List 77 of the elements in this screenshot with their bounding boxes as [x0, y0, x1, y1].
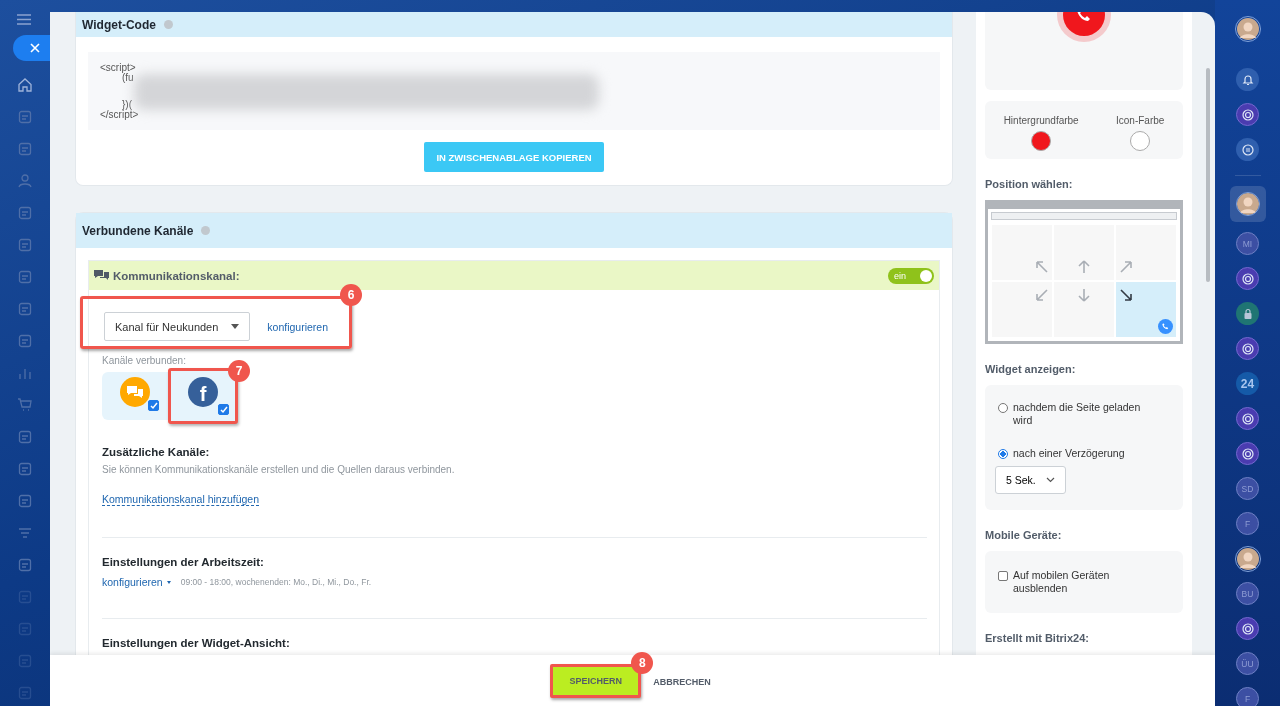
avatar[interactable]: [1234, 16, 1261, 42]
position-cell[interactable]: [1116, 282, 1176, 337]
configure-link[interactable]: konfigurieren: [102, 576, 171, 588]
position-cell[interactable]: [1054, 225, 1114, 280]
position-cell[interactable]: [1116, 225, 1176, 280]
connected-label: Kanäle verbunden:: [102, 355, 187, 366]
avatar[interactable]: [1229, 186, 1266, 222]
section-title: Mobile Geräte:: [985, 529, 1063, 541]
checkbox[interactable]: [998, 571, 1008, 581]
cart-icon[interactable]: [17, 397, 33, 413]
section-title: Verbundene Kanäle: [82, 223, 194, 238]
position-cell[interactable]: [1054, 282, 1114, 337]
code-line: </script>: [100, 109, 139, 119]
filter-icon[interactable]: [17, 525, 33, 541]
position-cell[interactable]: [992, 282, 1052, 337]
subsection-title: Einstellungen der Widget-Ansicht:: [102, 637, 291, 649]
close-button[interactable]: [13, 35, 53, 61]
radio-button[interactable]: [998, 403, 1008, 413]
callout-badge: 6: [340, 284, 362, 306]
help-icon[interactable]: [163, 20, 173, 29]
section-title: Position wählen:: [985, 178, 1074, 190]
ring-icon[interactable]: [1236, 617, 1259, 640]
checkbox[interactable]: [148, 400, 159, 411]
color-label: Hintergrundfarbe: [1003, 115, 1079, 126]
home-icon[interactable]: [17, 77, 33, 93]
add-channel-link[interactable]: Kommunikationskanal hinzufügen: [102, 493, 259, 506]
help-icon[interactable]: [201, 226, 211, 235]
checkbox[interactable]: [218, 404, 229, 415]
arrow-icon: [1033, 286, 1051, 304]
file-icon[interactable]: [17, 205, 33, 221]
radio-option[interactable]: nach einer Verzögerung: [995, 447, 1155, 460]
color-label: Icon-Farbe: [1116, 115, 1165, 126]
people-icon[interactable]: [17, 173, 33, 189]
app-badge[interactable]: 24: [1236, 372, 1259, 395]
description: Sie können Kommunikationskanäle erstellen und die Quellen daraus verbinden.: [102, 464, 456, 475]
ring-icon[interactable]: [1236, 337, 1259, 360]
menu-icon[interactable]: [17, 14, 31, 25]
option-label: nach einer Verzögerung: [1013, 447, 1125, 460]
option-label: Auf mobilen Geräten ausblenden: [1013, 569, 1111, 595]
subsection-title: Einstellungen der Arbeitszeit:: [102, 556, 265, 568]
option-label: nachdem die Seite geladen wird: [1013, 401, 1142, 427]
channel-select[interactable]: Kanal für Neukunden: [104, 312, 251, 341]
position-cell[interactable]: [992, 225, 1052, 280]
avatar[interactable]: [1234, 545, 1261, 572]
radio-button[interactable]: [998, 449, 1008, 459]
phone-icon: [1158, 319, 1173, 334]
configure-link[interactable]: konfigurieren: [267, 320, 328, 333]
ring-icon[interactable]: [1236, 267, 1259, 290]
arrow-icon: [1075, 286, 1093, 304]
code-line: <script>: [100, 63, 136, 73]
callout-badge: 7: [228, 360, 250, 382]
color-swatch[interactable]: [1130, 131, 1151, 151]
close-icon: [30, 43, 40, 53]
channel-title: Kommunikationskanal:: [113, 269, 241, 282]
section-title: Widget anzeigen:: [985, 363, 1077, 375]
radio-option[interactable]: nachdem die Seite geladen wird: [995, 401, 1155, 427]
bell-icon[interactable]: [1236, 68, 1259, 91]
ring-icon[interactable]: [1236, 407, 1259, 430]
ring-icon[interactable]: [1236, 442, 1259, 465]
doc-icon[interactable]: [17, 141, 33, 157]
ring-icon[interactable]: [1236, 103, 1259, 126]
delay-select[interactable]: 5 Sek.: [995, 466, 1066, 494]
arrow-icon: [1117, 286, 1135, 304]
work-hours-summary: 09:00 - 18:00, wochenenden: Mo., Di., Mi., Do., Fr.: [180, 577, 372, 587]
code-line: (fu: [122, 72, 134, 82]
channel-tile[interactable]: [102, 372, 168, 420]
code-line: })(: [122, 100, 132, 110]
facebook-icon: f: [188, 377, 218, 407]
channel-tile[interactable]: f: [168, 368, 238, 424]
color-swatch[interactable]: [1031, 131, 1052, 151]
chevron-down-icon: [1045, 477, 1055, 483]
section-title: Widget-Code: [82, 17, 156, 32]
lock-icon[interactable]: [1236, 302, 1259, 325]
cancel-button[interactable]: ABBRECHEN: [649, 672, 715, 691]
section-title: Erstellt mit Bitrix24:: [985, 632, 1090, 644]
scrollbar[interactable]: [1206, 68, 1210, 282]
subsection-title: Zusätzliche Kanäle:: [102, 446, 211, 458]
